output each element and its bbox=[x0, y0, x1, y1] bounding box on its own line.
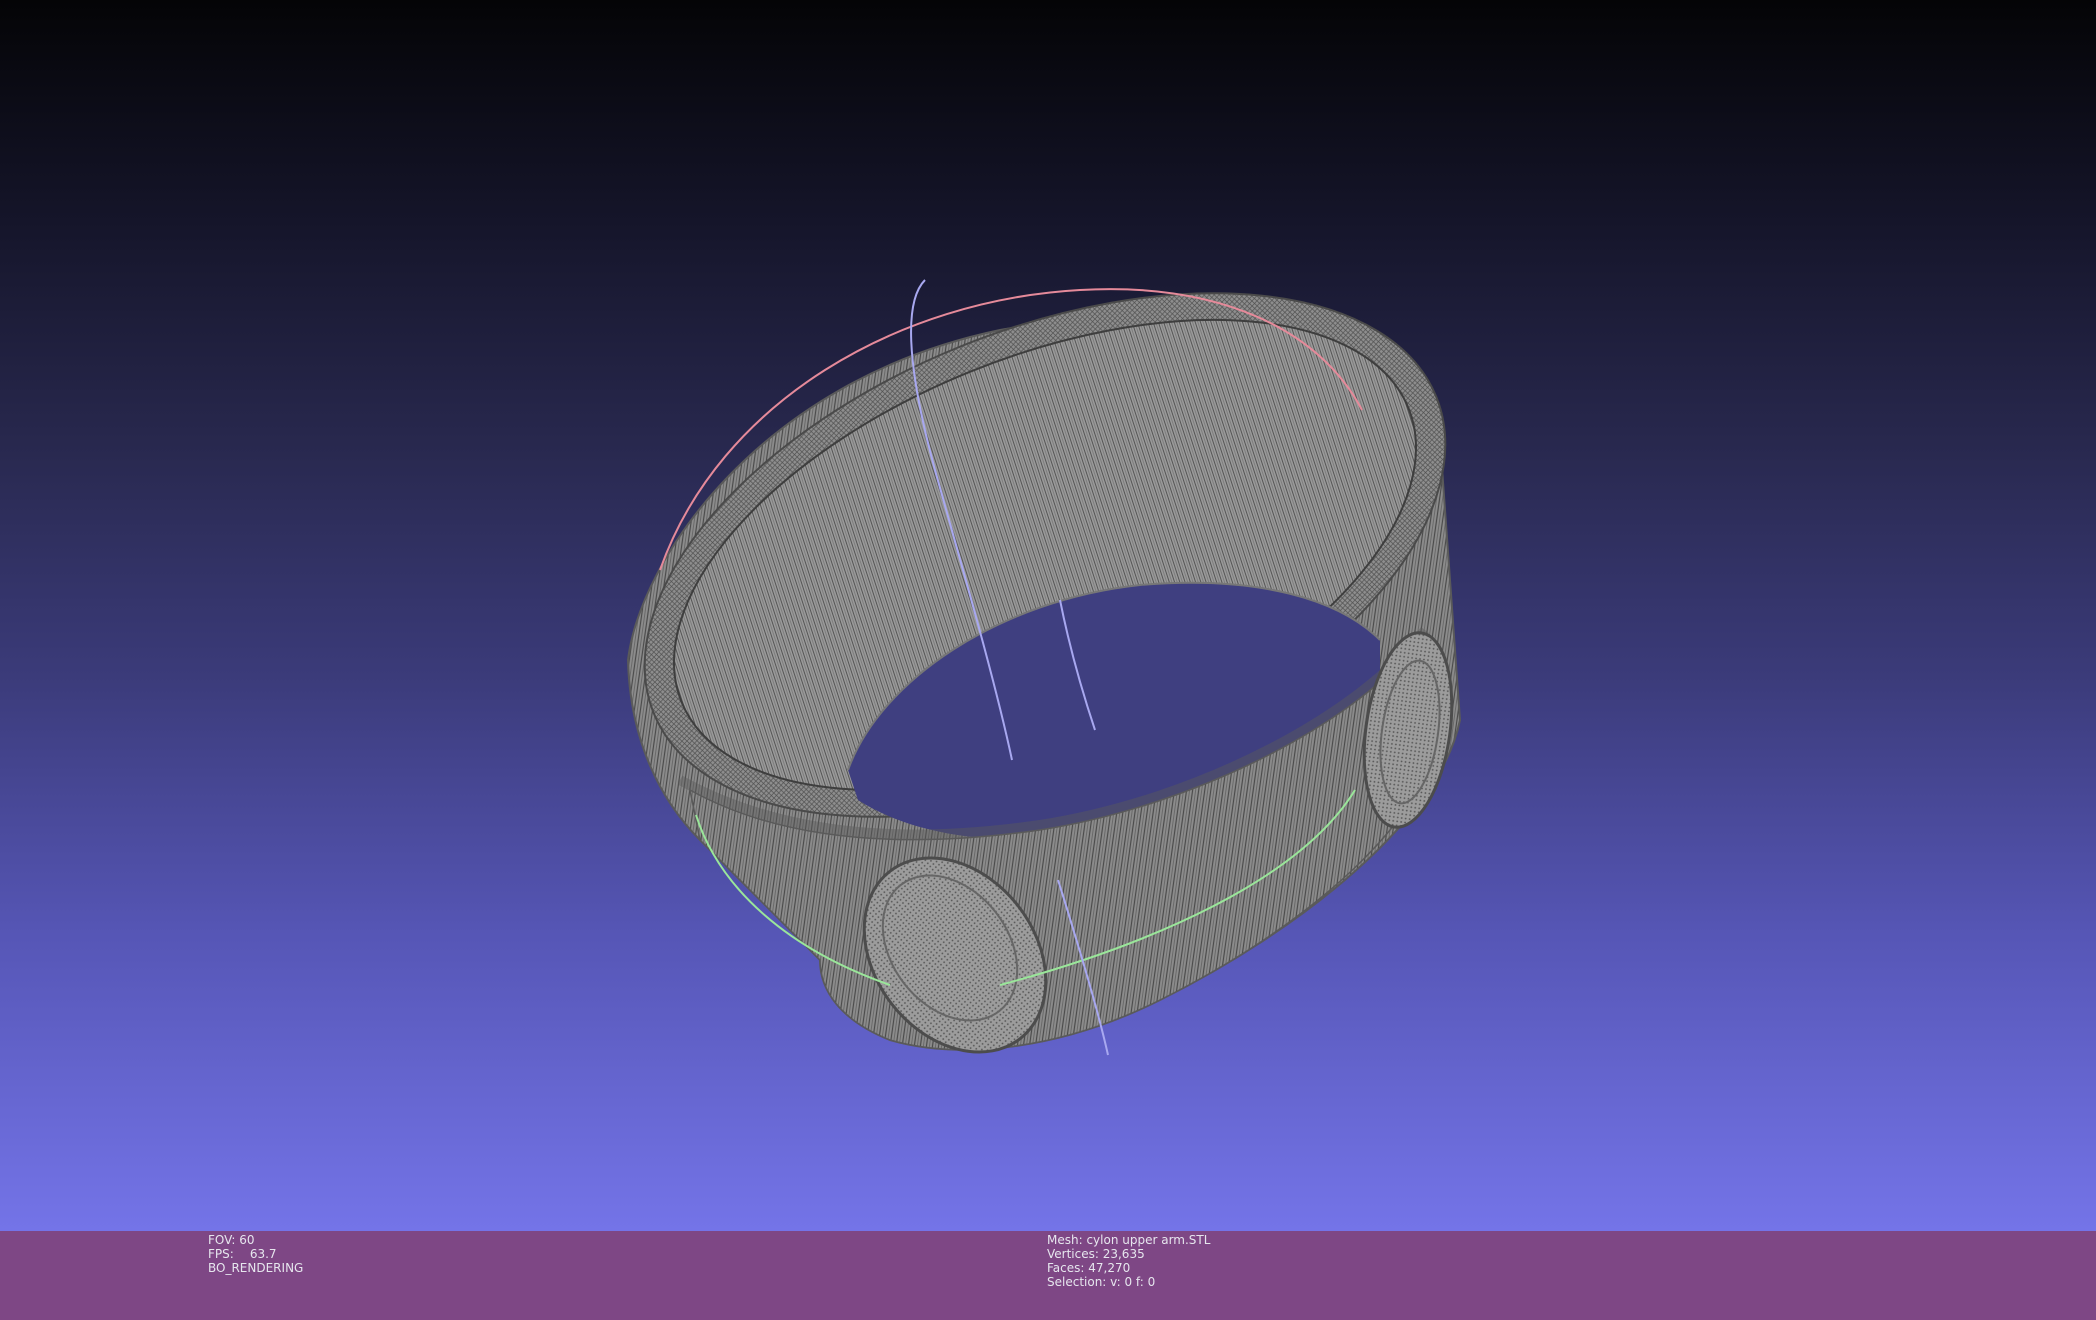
fps-label: FPS: bbox=[208, 1247, 234, 1261]
face-count: Faces: 47,270 bbox=[1047, 1261, 1131, 1275]
fov-readout: FOV: 60 bbox=[208, 1233, 255, 1247]
fps-readout: FPS: 63.7 bbox=[208, 1247, 303, 1261]
render-mode: BO_RENDERING bbox=[208, 1261, 304, 1275]
mesh-render[interactable] bbox=[0, 0, 2096, 1231]
fps-value: 63.7 bbox=[249, 1247, 277, 1261]
status-bar: FOV: 60 FPS: 63.7 BO_RENDERING Mesh: cylo… bbox=[0, 1231, 2096, 1320]
selection-info: Selection: v: 0 f: 0 bbox=[1047, 1275, 1156, 1289]
vertex-count: Vertices: 23,635 bbox=[1047, 1247, 1145, 1261]
render-info: FOV: 60 FPS: 63.7 BO_RENDERING bbox=[208, 1233, 303, 1275]
mesh-info: Mesh: cylon upper arm.STL Vertices: 23,6… bbox=[1047, 1233, 1210, 1289]
3d-viewport[interactable] bbox=[0, 0, 2096, 1231]
mesh-name: Mesh: cylon upper arm.STL bbox=[1047, 1233, 1211, 1247]
